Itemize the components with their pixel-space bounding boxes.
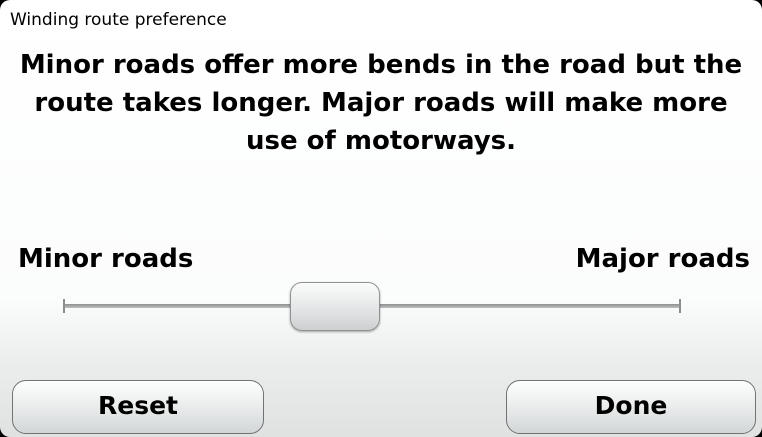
done-button[interactable]: Done: [506, 380, 756, 434]
major-roads-label: Major roads: [575, 244, 750, 274]
winding-preference-slider[interactable]: [56, 282, 688, 334]
winding-route-screen: Winding route preference Minor roads off…: [0, 0, 762, 437]
screen-title: Winding route preference: [10, 10, 227, 30]
slider-thumb[interactable]: [290, 282, 381, 331]
minor-roads-label: Minor roads: [18, 244, 194, 274]
description-text: Minor roads offer more bends in the road…: [19, 50, 743, 156]
reset-button[interactable]: Reset: [12, 380, 264, 434]
slider-track-left-end: [63, 299, 65, 313]
slider-track-right-end: [679, 299, 681, 313]
